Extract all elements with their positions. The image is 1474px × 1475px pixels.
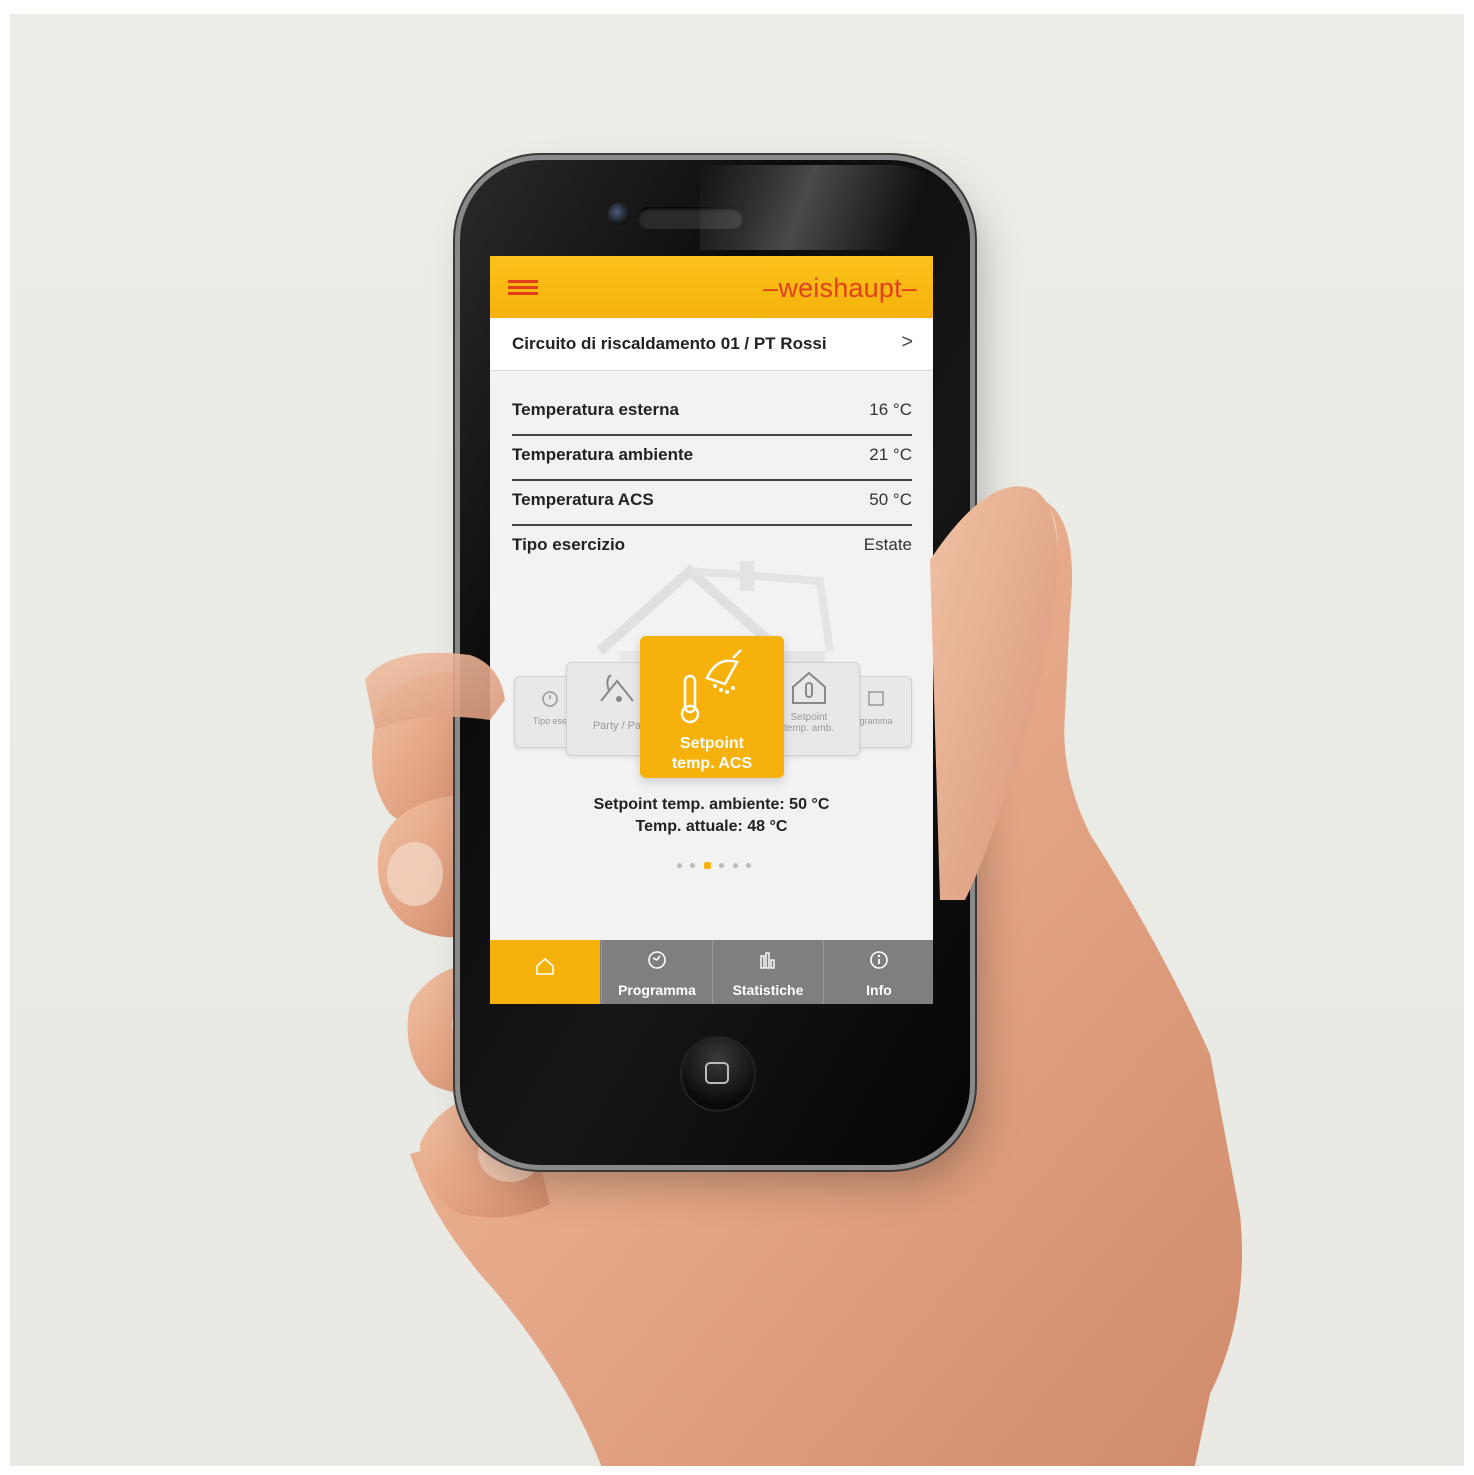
chevron-right-icon: > xyxy=(901,331,913,353)
page-dot xyxy=(719,863,725,869)
reading-row: Temperatura ACS 50 °C xyxy=(512,481,912,526)
earpiece-speaker xyxy=(638,207,743,229)
tab-statistiche[interactable]: Statistiche xyxy=(712,940,822,1004)
reading-label: Temperatura ambiente xyxy=(512,445,694,464)
front-camera xyxy=(608,203,630,225)
circuit-selector[interactable]: Circuito di riscaldamento 01 / PT Rossi … xyxy=(490,318,933,371)
app-screen: –weishaupt– Circuito di riscaldamento 01… xyxy=(490,256,933,1004)
tab-label: Statistiche xyxy=(732,982,804,998)
page-dot-active xyxy=(703,862,711,870)
reading-row: Temperatura ambiente 21 °C xyxy=(512,436,912,481)
reading-label: Temperatura ACS xyxy=(512,490,654,509)
readings-list: Temperatura esterna 16 °C Temperatura am… xyxy=(512,391,912,569)
top-bar: –weishaupt– xyxy=(490,256,933,318)
brand-logo: –weishaupt– xyxy=(763,273,917,303)
tab-info[interactable]: Info xyxy=(823,940,933,1004)
reading-row: Tipo esercizio Estate xyxy=(512,526,912,569)
party-icon xyxy=(600,674,634,702)
tab-label: Info xyxy=(866,982,892,998)
reading-value: 50 °C xyxy=(869,490,912,509)
timer-icon xyxy=(542,691,558,707)
chart-icon xyxy=(760,952,775,969)
bottom-tab-bar: Programma Statistiche Info xyxy=(490,940,933,1004)
info-icon xyxy=(870,951,888,969)
page-dot xyxy=(732,863,738,869)
hamburger-icon[interactable] xyxy=(508,280,538,296)
page-dot xyxy=(677,863,682,869)
setpoint-info: Setpoint temp. ambiente: 50 °C Temp. att… xyxy=(490,794,933,838)
reading-row: Temperatura esterna 16 °C xyxy=(512,391,912,436)
calendar-icon xyxy=(868,691,884,706)
circuit-label: Circuito di riscaldamento 01 / PT Rossi xyxy=(512,334,827,353)
house-thermometer-icon xyxy=(792,671,826,704)
mode-carousel[interactable]: Tipo ese gramma Party / Pa Setpoint temp… xyxy=(490,636,933,786)
tab-label: Programma xyxy=(618,982,696,998)
home-icon xyxy=(536,957,554,975)
home-button-square-icon xyxy=(705,1062,729,1084)
shower-thermometer-icon xyxy=(680,649,742,724)
actual-temp-text: Temp. attuale: 48 °C xyxy=(635,818,788,835)
carousel-tile-label: Setpoint temp. ACS xyxy=(671,735,753,772)
reading-value: 16 °C xyxy=(869,400,912,419)
page-dot xyxy=(746,863,752,869)
reading-value: 21 °C xyxy=(869,445,912,464)
carousel-tile-active[interactable]: Setpoint temp. ACS xyxy=(640,636,784,778)
tab-programma[interactable]: Programma xyxy=(601,940,711,1004)
reading-label: Tipo esercizio xyxy=(512,535,626,554)
reading-value: Estate xyxy=(863,535,912,554)
page-indicator xyxy=(677,857,755,870)
clock-icon xyxy=(648,951,666,969)
tab-home[interactable] xyxy=(490,940,600,1004)
reading-label: Temperatura esterna xyxy=(512,400,679,419)
page-dot xyxy=(690,863,696,869)
setpoint-text: Setpoint temp. ambiente: 50 °C xyxy=(593,796,830,813)
